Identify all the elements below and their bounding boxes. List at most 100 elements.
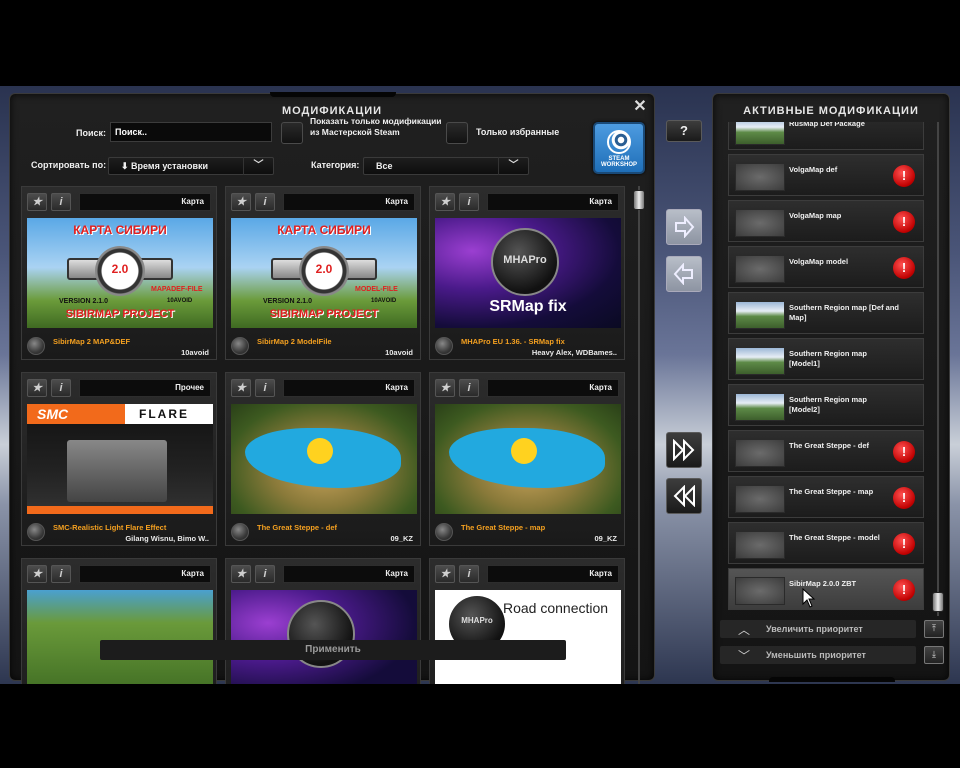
mod-card-header: ★ i Карта bbox=[231, 379, 415, 397]
mod-card[interactable]: ★ i Карта bbox=[225, 558, 421, 684]
active-mod-item[interactable]: The Great Steppe - def ! bbox=[728, 430, 924, 472]
favorite-star-icon[interactable]: ★ bbox=[435, 565, 455, 583]
thumb-logo-text: MHAPro bbox=[461, 616, 493, 625]
favorite-star-icon[interactable]: ★ bbox=[27, 565, 47, 583]
info-icon[interactable]: i bbox=[255, 565, 275, 583]
mod-category: Карта bbox=[283, 379, 415, 397]
info-icon[interactable]: i bbox=[255, 193, 275, 211]
move-to-bottom-icon[interactable]: ⤓ bbox=[924, 646, 944, 664]
mod-category: Карта bbox=[487, 565, 619, 583]
increase-priority-row: ︿ Увеличить приоритет ⤒ bbox=[720, 620, 944, 638]
favorite-star-icon[interactable]: ★ bbox=[231, 565, 251, 583]
favorite-star-icon[interactable]: ★ bbox=[435, 379, 455, 397]
mod-card[interactable]: ★ i Карта MHAPro SRMap fix MHAPro EU 1.3… bbox=[429, 186, 625, 360]
active-mod-item[interactable]: VolgaMap map ! bbox=[728, 200, 924, 242]
active-mod-item[interactable]: Southern Region map [Def and Map] bbox=[728, 292, 924, 334]
thumb-subtitle: MAPADEF-FILE bbox=[151, 286, 203, 293]
mod-thumbnail[interactable]: КАРТА СИБИРИ 2.0 MAPADEF-FILE VERSION 2.… bbox=[27, 218, 213, 328]
mod-card[interactable]: ★ i Карта The Great Steppe - map 09_KZ bbox=[429, 372, 625, 546]
active-mod-item[interactable]: The Great Steppe - model ! bbox=[728, 522, 924, 564]
thumb-version-number: 2.0 bbox=[111, 262, 129, 276]
mod-card[interactable]: ★ i Карта bbox=[21, 558, 217, 684]
warning-icon[interactable]: ! bbox=[893, 487, 915, 509]
move-right-button[interactable] bbox=[666, 209, 702, 245]
warning-icon[interactable]: ! bbox=[893, 533, 915, 555]
warning-icon[interactable]: ! bbox=[893, 257, 915, 279]
favorite-star-icon[interactable]: ★ bbox=[231, 193, 251, 211]
double-arrow-left-icon bbox=[673, 484, 695, 508]
info-icon[interactable]: i bbox=[459, 193, 479, 211]
scrollbar-thumb[interactable] bbox=[633, 190, 645, 210]
thumb-title-text: КАРТА СИБИРИ bbox=[73, 223, 167, 237]
info-icon[interactable]: i bbox=[51, 193, 71, 211]
active-mod-name: Southern Region map [Model1] bbox=[789, 349, 867, 368]
move-left-button[interactable] bbox=[666, 256, 702, 292]
active-mod-item[interactable]: The Great Steppe - map ! bbox=[728, 476, 924, 518]
info-icon[interactable]: i bbox=[51, 565, 71, 583]
help-button[interactable]: ? bbox=[666, 120, 702, 142]
active-mod-item[interactable]: SibirMap 2.0.0 ZBT ! bbox=[728, 568, 924, 610]
mod-grid-scrollbar[interactable] bbox=[632, 186, 646, 684]
mod-thumbnail[interactable]: MHAPro SRMap fix bbox=[435, 218, 621, 328]
panel-tab-decoration bbox=[270, 92, 396, 97]
mod-thumbnail[interactable] bbox=[231, 404, 417, 514]
mod-category: Прочее bbox=[79, 379, 211, 397]
mods-panel: МОДИФИКАЦИИ ✕ Поиск: Показать только мод… bbox=[9, 92, 655, 684]
thumb-title-text: Road connection bbox=[503, 600, 609, 616]
favorite-star-icon[interactable]: ★ bbox=[27, 193, 47, 211]
mod-card[interactable]: ★ i Карта The Great Steppe - def 09_KZ bbox=[225, 372, 421, 546]
favorite-star-icon[interactable]: ★ bbox=[27, 379, 47, 397]
search-label: Поиск: bbox=[76, 128, 107, 138]
mod-name: SibirMap 2 ModelFile bbox=[257, 337, 332, 346]
scrollbar-thumb[interactable] bbox=[932, 592, 944, 612]
workshop-only-label: Показать только модификации из Мастерско… bbox=[310, 116, 442, 137]
active-mod-item[interactable]: RusMap Def Package bbox=[728, 122, 924, 150]
info-icon[interactable]: i bbox=[255, 379, 275, 397]
mod-thumbnail[interactable] bbox=[435, 404, 621, 514]
status-indicator-icon bbox=[435, 523, 453, 541]
active-mod-item[interactable]: VolgaMap model ! bbox=[728, 246, 924, 288]
workshop-only-checkbox[interactable] bbox=[281, 122, 303, 144]
move-to-top-icon[interactable]: ⤒ bbox=[924, 620, 944, 638]
mod-author: 10avoid bbox=[385, 348, 413, 357]
favorite-star-icon[interactable]: ★ bbox=[435, 193, 455, 211]
increase-priority-button[interactable]: ︿ Увеличить приоритет bbox=[720, 620, 916, 638]
info-icon[interactable]: i bbox=[459, 379, 479, 397]
active-mods-list: RusMap Def Package VolgaMap def ! VolgaM… bbox=[728, 122, 926, 616]
mod-card[interactable]: ★ i Карта КАРТА СИБИРИ 2.0 MODEL-FILE VE… bbox=[225, 186, 421, 360]
mod-card[interactable]: ★ i Прочее SMC FLARE SMC-Realistic Light… bbox=[21, 372, 217, 546]
mod-thumbnail[interactable] bbox=[27, 590, 213, 684]
category-dropdown[interactable]: Все ﹀ bbox=[363, 157, 529, 175]
deactivate-all-button[interactable] bbox=[666, 478, 702, 514]
decrease-priority-button[interactable]: ﹀ Уменьшить приоритет bbox=[720, 646, 916, 664]
warning-icon[interactable]: ! bbox=[893, 441, 915, 463]
thumb-title-text: SRMap fix bbox=[489, 298, 567, 315]
search-input[interactable] bbox=[110, 122, 272, 142]
active-list-scrollbar[interactable] bbox=[931, 122, 945, 616]
favorites-only-checkbox[interactable] bbox=[446, 122, 468, 144]
close-icon[interactable]: ✕ bbox=[632, 99, 648, 115]
active-mod-item[interactable]: Southern Region map [Model1] bbox=[728, 338, 924, 380]
warning-icon[interactable]: ! bbox=[893, 165, 915, 187]
thumb-sun bbox=[511, 438, 537, 464]
active-mod-thumbnail bbox=[735, 485, 785, 513]
info-icon[interactable]: i bbox=[459, 565, 479, 583]
info-icon[interactable]: i bbox=[51, 379, 71, 397]
apply-button[interactable]: Применить bbox=[100, 640, 566, 660]
mod-thumbnail[interactable]: MHAPro Road connection bbox=[435, 590, 621, 684]
favorite-star-icon[interactable]: ★ bbox=[231, 379, 251, 397]
active-mod-item[interactable]: VolgaMap def ! bbox=[728, 154, 924, 196]
sort-dropdown[interactable]: ⬇ Время установки ﹀ bbox=[108, 157, 274, 175]
active-mod-item[interactable]: Southern Region map [Model2] bbox=[728, 384, 924, 426]
mod-thumbnail[interactable]: SMC FLARE bbox=[27, 404, 213, 514]
mod-thumbnail[interactable]: КАРТА СИБИРИ 2.0 MODEL-FILE VERSION 2.1.… bbox=[231, 218, 417, 328]
warning-icon[interactable]: ! bbox=[893, 211, 915, 233]
mod-thumbnail[interactable] bbox=[231, 590, 417, 684]
mod-card[interactable]: ★ i Карта КАРТА СИБИРИ 2.0 MAPADEF-FILE … bbox=[21, 186, 217, 360]
mod-card-footer: SMC-Realistic Light Flare Effect Gilang … bbox=[27, 521, 211, 543]
mod-card[interactable]: ★ i Карта MHAPro Road connection bbox=[429, 558, 625, 684]
warning-icon[interactable]: ! bbox=[893, 579, 915, 601]
decrease-priority-row: ﹀ Уменьшить приоритет ⤓ bbox=[720, 646, 944, 664]
steam-workshop-button[interactable]: STEAM WORKSHOP bbox=[593, 122, 645, 174]
activate-all-button[interactable] bbox=[666, 432, 702, 468]
